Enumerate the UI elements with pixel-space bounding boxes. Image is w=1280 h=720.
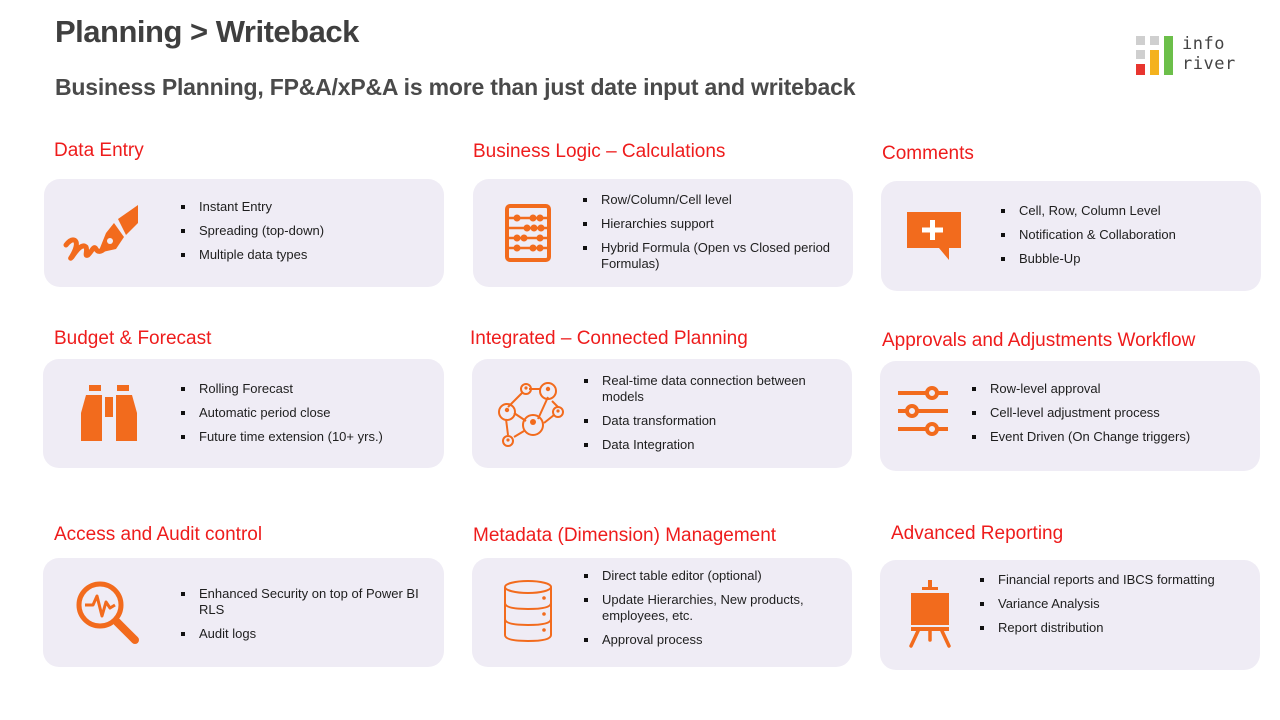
list-item: Report distribution [980,620,1230,636]
logo-block [1164,36,1173,75]
list-item: Cell, Row, Column Level [1001,203,1176,219]
list-item: Event Driven (On Change triggers) [972,429,1190,445]
list-item: Future time extension (10+ yrs.) [181,429,383,445]
magnifier-pulse-icon [76,581,139,644]
card-approvals: Row-level approval Cell-level adjustment… [880,361,1260,471]
feature-list: Row-level approval Cell-level adjustment… [972,381,1190,453]
section-heading: Metadata (Dimension) Management [473,525,777,546]
list-item: Spreading (top-down) [181,223,324,239]
logo-text: info river [1182,34,1236,74]
feature-list: Instant Entry Spreading (top-down) Multi… [181,199,324,271]
list-item: Data transformation [584,413,834,429]
card-connected-planning: Real-time data connection between models… [472,359,852,468]
feature-list: Financial reports and IBCS formatting Va… [980,572,1230,644]
list-item: Financial reports and IBCS formatting [980,572,1230,588]
card-advanced-reporting: Financial reports and IBCS formatting Va… [880,560,1260,670]
section-heading: Advanced Reporting [891,523,1064,544]
feature-list: Real-time data connection between models… [584,373,834,461]
easel-icon [909,580,951,648]
list-item: Variance Analysis [980,596,1230,612]
feature-list: Cell, Row, Column Level Notification & C… [1001,203,1176,275]
feature-list: Enhanced Security on top of Power BI RLS… [181,586,421,650]
list-item: Audit logs [181,626,421,642]
card-data-entry: Instant Entry Spreading (top-down) Multi… [44,179,444,287]
section-heading: Budget & Forecast [54,328,212,349]
list-item: Rolling Forecast [181,381,383,397]
list-item: Multiple data types [181,247,324,263]
sliders-icon [898,386,948,436]
list-item: Notification & Collaboration [1001,227,1176,243]
list-item: Instant Entry [181,199,324,215]
logo-text-line2: river [1182,54,1236,74]
section-heading: Access and Audit control [54,524,263,545]
section-heading: Comments [882,143,974,164]
card-business-logic: Row/Column/Cell level Hierarchies suppor… [473,179,853,287]
network-users-icon [498,382,564,447]
logo-block [1136,64,1145,75]
abacus-icon [505,204,551,262]
comment-add-icon [907,212,961,260]
list-item: Row/Column/Cell level [583,192,833,208]
list-item: Cell-level adjustment process [972,405,1190,421]
pen-signature-icon [63,205,138,261]
card-metadata: Direct table editor (optional) Update Hi… [472,558,852,667]
feature-list: Direct table editor (optional) Update Hi… [584,568,834,656]
page-title: Planning > Writeback [55,14,359,49]
list-item: Direct table editor (optional) [584,568,834,584]
list-item: Automatic period close [181,405,383,421]
list-item: Row-level approval [972,381,1190,397]
list-item: Bubble-Up [1001,251,1176,267]
page-subtitle: Business Planning, FP&A/xP&A is more tha… [55,74,856,100]
logo-text-line1: info [1182,34,1225,54]
feature-list: Rolling Forecast Automatic period close … [181,381,383,453]
list-item: Data Integration [584,437,834,453]
list-item: Update Hierarchies, New products, employ… [584,592,834,624]
section-heading: Integrated – Connected Planning [470,328,748,349]
binoculars-icon [81,385,137,441]
logo-block [1136,36,1145,45]
list-item: Approval process [584,632,834,648]
section-heading: Business Logic – Calculations [473,141,726,162]
logo-block [1150,36,1159,45]
card-comments: Cell, Row, Column Level Notification & C… [881,181,1261,291]
section-heading: Data Entry [54,140,144,161]
card-access-audit: Enhanced Security on top of Power BI RLS… [43,558,444,667]
logo-block [1150,50,1159,75]
inforiver-logo: info river [1136,34,1240,78]
database-icon [504,580,552,643]
feature-list: Row/Column/Cell level Hierarchies suppor… [583,192,833,280]
list-item: Real-time data connection between models [584,373,834,405]
section-heading: Approvals and Adjustments Workflow [882,330,1196,351]
card-budget-forecast: Rolling Forecast Automatic period close … [43,359,444,468]
list-item: Hybrid Formula (Open vs Closed period Fo… [583,240,833,272]
list-item: Hierarchies support [583,216,833,232]
list-item: Enhanced Security on top of Power BI RLS [181,586,421,618]
logo-block [1136,50,1145,59]
